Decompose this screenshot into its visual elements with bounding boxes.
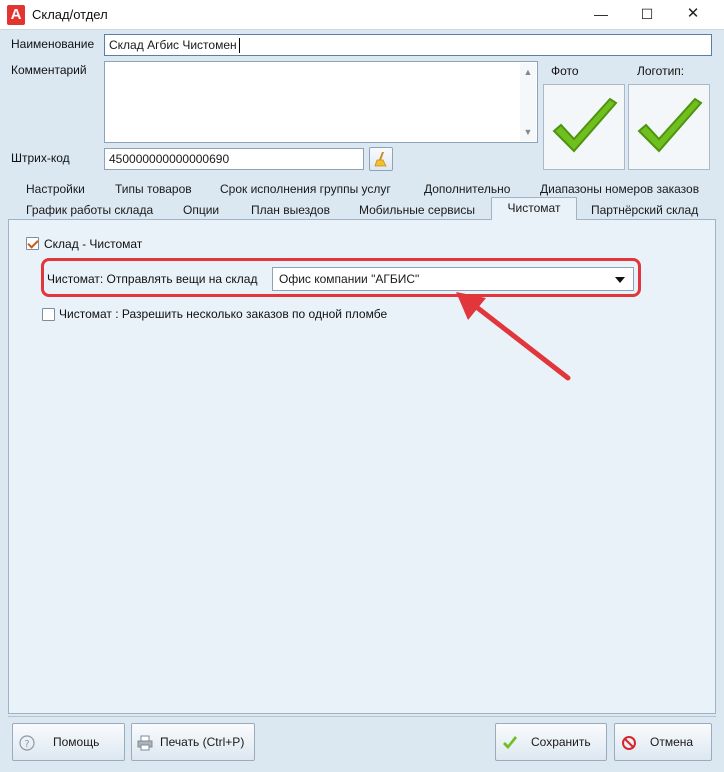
- scroll-up-icon[interactable]: ▲: [520, 65, 536, 79]
- tab-warehouse-schedule[interactable]: График работы склада: [26, 203, 153, 217]
- comment-scrollbar[interactable]: ▲ ▼: [520, 63, 536, 141]
- send-to-warehouse-value: Офис компании "АГБИС": [279, 272, 420, 286]
- bottom-separator: [8, 716, 716, 717]
- tab-product-types[interactable]: Типы товаров: [115, 182, 192, 196]
- scroll-down-icon[interactable]: ▼: [520, 125, 536, 139]
- chistomat-enable-checkbox[interactable]: [26, 237, 39, 250]
- green-checkmark-icon: [637, 97, 703, 153]
- annotation-arrow-icon: [456, 292, 571, 381]
- agbis-logo-icon: A: [7, 5, 25, 25]
- cancel-button[interactable]: Отмена: [614, 723, 712, 761]
- no-entry-icon: [622, 736, 636, 750]
- multi-orders-checkbox[interactable]: [42, 308, 55, 321]
- broom-icon: [374, 152, 387, 167]
- print-button-label: Печать (Ctrl+P): [160, 735, 245, 749]
- barcode-input[interactable]: 450000000000000690: [104, 148, 364, 170]
- minimize-button[interactable]: —: [578, 0, 624, 30]
- comment-textarea[interactable]: ▲ ▼: [104, 61, 538, 143]
- tab-mobile-services[interactable]: Мобильные сервисы: [359, 203, 475, 217]
- photo-image[interactable]: [543, 84, 625, 170]
- name-input[interactable]: Склад Агбис Чистомен: [104, 34, 712, 56]
- logo-label: Логотип:: [637, 64, 685, 78]
- name-label: Наименование: [11, 37, 95, 51]
- tab-order-number-ranges[interactable]: Диапазоны номеров заказов: [540, 182, 699, 196]
- window-title: Склад/отдел: [32, 7, 108, 22]
- tab-options[interactable]: Опции: [183, 203, 219, 217]
- send-to-warehouse-label: Чистомат: Отправлять вещи на склад: [47, 272, 258, 286]
- printer-icon: [137, 735, 153, 751]
- help-button[interactable]: ? Помощь: [12, 723, 125, 761]
- question-circle-icon: ?: [19, 735, 35, 751]
- comment-label: Комментарий: [11, 63, 87, 77]
- cancel-button-label: Отмена: [650, 735, 694, 749]
- generate-barcode-button[interactable]: [369, 147, 393, 171]
- photo-label: Фото: [551, 64, 579, 78]
- print-button[interactable]: Печать (Ctrl+P): [131, 723, 255, 761]
- tab-chistomat[interactable]: Чистомат: [491, 197, 577, 220]
- logo-image[interactable]: [628, 84, 710, 170]
- title-bar: A Склад/отдел — ☐ ✕: [0, 0, 724, 30]
- save-button[interactable]: Сохранить: [495, 723, 607, 761]
- maximize-button[interactable]: ☐: [624, 0, 670, 30]
- save-button-label: Сохранить: [531, 735, 591, 749]
- checkmark-icon: [503, 736, 517, 749]
- tab-additional[interactable]: Дополнительно: [424, 182, 510, 196]
- multi-orders-label: Чистомат : Разрешить несколько заказов п…: [59, 307, 388, 321]
- barcode-label: Штрих-код: [11, 151, 70, 165]
- close-button[interactable]: ✕: [670, 0, 716, 30]
- chistomat-enable-label: Склад - Чистомат: [44, 237, 143, 251]
- barcode-value: 450000000000000690: [109, 152, 230, 166]
- tab-service-deadlines[interactable]: Срок исполнения группы услуг: [220, 182, 391, 196]
- help-button-label: Помощь: [53, 735, 100, 749]
- chevron-down-icon[interactable]: [615, 277, 625, 283]
- svg-text:?: ?: [24, 739, 29, 750]
- text-caret: [239, 38, 240, 53]
- name-input-value: Склад Агбис Чистомен: [109, 38, 237, 52]
- green-checkmark-icon: [552, 97, 618, 153]
- tab-settings[interactable]: Настройки: [26, 182, 85, 196]
- tab-partner-warehouse[interactable]: Партнёрский склад: [591, 203, 698, 217]
- tab-trip-plan[interactable]: План выездов: [251, 203, 330, 217]
